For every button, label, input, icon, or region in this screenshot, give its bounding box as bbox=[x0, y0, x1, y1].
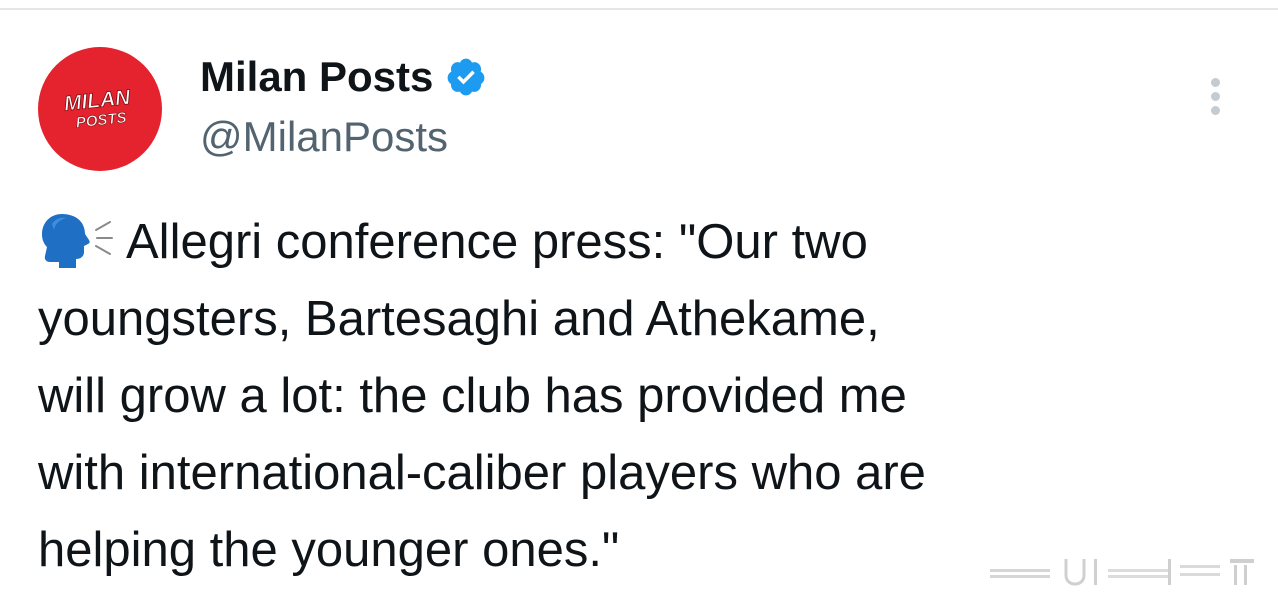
more-vertical-icon-dot bbox=[1211, 92, 1220, 101]
avatar-logo: MILAN POSTS bbox=[62, 85, 132, 131]
user-handle[interactable]: @MilanPosts bbox=[200, 112, 448, 162]
tweet-line-text: Allegri conference press: "Our two bbox=[126, 215, 868, 269]
tweet-line: will grow a lot: the club has provided m… bbox=[38, 369, 907, 423]
more-vertical-icon-dot bbox=[1211, 106, 1220, 115]
tweet-text: Allegri conference press: "Our two young… bbox=[38, 204, 1253, 589]
divider bbox=[0, 8, 1278, 10]
more-vertical-icon bbox=[1211, 78, 1220, 87]
avatar[interactable]: MILAN POSTS bbox=[38, 47, 162, 171]
display-name[interactable]: Milan Posts bbox=[200, 52, 433, 102]
tweet-line: with international-caliber players who a… bbox=[38, 446, 926, 500]
tweet-line: Allegri conference press: "Our two bbox=[38, 204, 1253, 281]
watermark-icon bbox=[990, 559, 1254, 586]
tweet-card: MILAN POSTS Milan Posts @MilanPosts Alle… bbox=[0, 0, 1278, 603]
tweet-line: youngsters, Bartesaghi and Athekame, bbox=[38, 292, 880, 346]
verified-badge-icon bbox=[448, 58, 485, 96]
speaking-head-icon bbox=[42, 214, 113, 268]
more-options-button[interactable] bbox=[1198, 72, 1234, 120]
name-row: Milan Posts bbox=[200, 52, 487, 102]
